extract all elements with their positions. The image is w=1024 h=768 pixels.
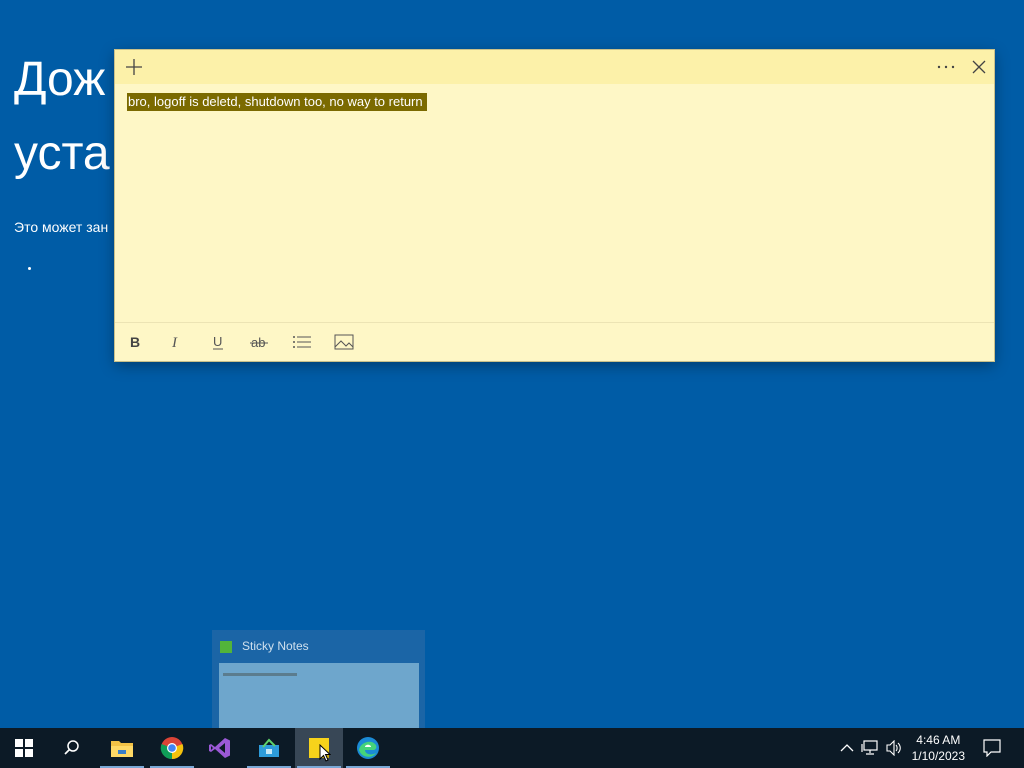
- install-subtitle: Это может зан: [14, 219, 109, 235]
- file-explorer-button[interactable]: [98, 728, 146, 768]
- thumbnail-text-line: [223, 673, 297, 676]
- image-button[interactable]: [333, 332, 355, 352]
- sticky-notes-button[interactable]: [295, 728, 343, 768]
- italic-button[interactable]: I: [165, 332, 187, 352]
- svg-text:U: U: [213, 334, 222, 349]
- start-button[interactable]: [0, 728, 48, 768]
- speaker-icon: [886, 740, 901, 756]
- app-button[interactable]: [245, 728, 293, 768]
- image-icon: [334, 334, 354, 350]
- search-button[interactable]: [48, 728, 96, 768]
- app-icon: [259, 738, 279, 757]
- plus-icon: [126, 59, 142, 75]
- bold-icon: B: [130, 334, 140, 350]
- chrome-icon: [160, 737, 184, 760]
- visual-studio-icon: [209, 738, 230, 758]
- volume-button[interactable]: [884, 738, 904, 758]
- folder-icon: [111, 741, 133, 757]
- underline-icon: U: [213, 334, 223, 350]
- svg-text:I: I: [171, 335, 178, 350]
- formatting-toolbar: B I U ab: [115, 322, 994, 361]
- clock-time: 4:46 AM: [916, 733, 961, 747]
- network-button[interactable]: [860, 738, 880, 758]
- strikethrough-button[interactable]: ab: [248, 332, 270, 352]
- chrome-button[interactable]: [148, 728, 196, 768]
- network-icon: [861, 740, 878, 755]
- list-icon: [293, 336, 311, 348]
- install-title-line2: уста: [14, 127, 110, 180]
- windows-icon: [15, 739, 33, 757]
- taskbar: 4:46 AM 1/10/2023: [0, 728, 1024, 768]
- clock[interactable]: 4:46 AM 1/10/2023: [912, 732, 965, 764]
- progress-dot: [28, 267, 31, 270]
- notification-icon: [983, 739, 1001, 757]
- close-icon: [972, 60, 986, 74]
- underline-button[interactable]: U: [207, 332, 229, 352]
- visual-studio-button[interactable]: [196, 728, 244, 768]
- add-note-button[interactable]: [123, 56, 145, 78]
- chevron-up-icon: [840, 744, 854, 752]
- thumbnail-preview[interactable]: [219, 663, 419, 728]
- note-text[interactable]: bro, logoff is deletd, shutdown too, no …: [127, 93, 427, 111]
- mouse-cursor-icon: [319, 744, 331, 762]
- search-icon: [64, 740, 79, 755]
- edge-button[interactable]: [344, 728, 392, 768]
- close-button[interactable]: [968, 56, 990, 78]
- strikethrough-icon: ab: [250, 335, 268, 350]
- bold-button[interactable]: B: [124, 332, 146, 352]
- sticky-note-window: bro, logoff is deletd, shutdown too, no …: [115, 50, 994, 361]
- italic-icon: I: [171, 335, 178, 350]
- note-text-area[interactable]: bro, logoff is deletd, shutdown too, no …: [127, 93, 982, 111]
- sticky-notes-thumbnail[interactable]: Sticky Notes: [212, 630, 425, 728]
- show-hidden-icons-button[interactable]: [837, 738, 857, 758]
- note-header[interactable]: [115, 50, 994, 84]
- sticky-notes-app-icon: [220, 641, 232, 653]
- action-center-button[interactable]: [982, 738, 1002, 758]
- menu-button[interactable]: [934, 56, 958, 78]
- svg-text:B: B: [130, 334, 140, 350]
- clock-date: 1/10/2023: [911, 749, 965, 763]
- bullets-button[interactable]: [291, 332, 313, 352]
- thumbnail-title: Sticky Notes: [242, 639, 309, 653]
- more-icon: [937, 65, 955, 69]
- install-title-line1: Дож: [14, 53, 106, 106]
- edge-icon: [357, 737, 379, 759]
